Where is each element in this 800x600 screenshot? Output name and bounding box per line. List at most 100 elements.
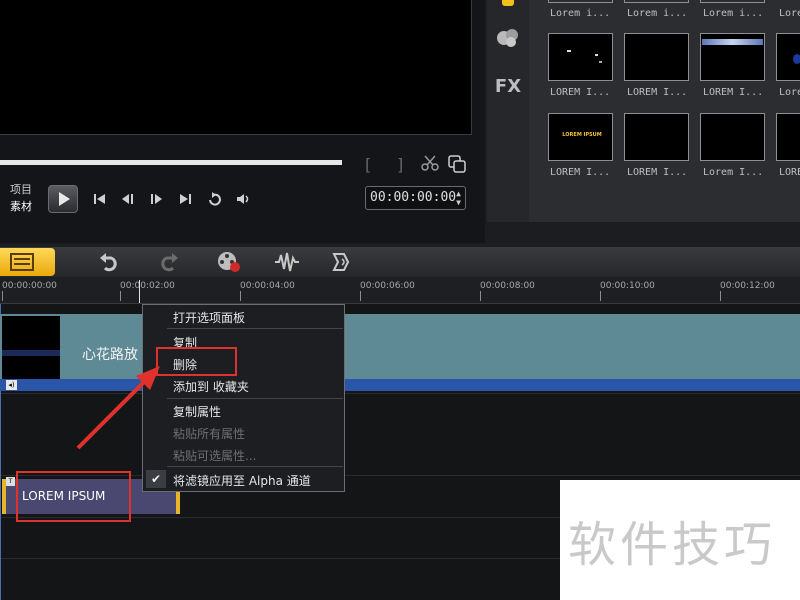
timeline-view-button[interactable] xyxy=(0,248,55,276)
ruler-tick xyxy=(2,291,3,301)
menu-item-open-options[interactable]: 打开选项面板 xyxy=(173,309,245,326)
timecode-field[interactable]: 00:00:00:00 ▲ ▼ xyxy=(365,186,466,210)
menu-item-paste-all-attributes[interactable]: 粘贴所有属性 xyxy=(173,425,245,442)
thumbnail-label: LOREM I... xyxy=(550,87,611,98)
title-thumbnail[interactable] xyxy=(776,113,800,161)
step-forward-icon xyxy=(151,194,162,204)
repeat-button[interactable] xyxy=(204,189,226,209)
filter-icon xyxy=(497,29,518,47)
red-arrow-annotation xyxy=(76,366,160,450)
thumbnail-label: Lorem i... xyxy=(550,8,611,19)
ruler-tick xyxy=(600,291,601,301)
previous-frame-button[interactable] xyxy=(117,189,139,209)
ruler-tick-label: 00:00:00:00 xyxy=(2,281,57,291)
step-back-icon xyxy=(122,194,133,204)
filter-tab-button[interactable] xyxy=(487,26,529,54)
title-thumbnail[interactable] xyxy=(624,33,689,81)
repeat-icon xyxy=(209,192,221,206)
ruler-tick xyxy=(720,291,721,301)
mark-in-button[interactable]: [ xyxy=(365,155,371,174)
go-to-start-button[interactable] xyxy=(89,189,111,209)
volume-button[interactable] xyxy=(233,189,255,209)
title-thumbnail[interactable]: LOREM IPSUM xyxy=(548,113,613,161)
thumbnail-label: Lorem i... xyxy=(779,8,800,19)
audio-wave-icon xyxy=(275,252,299,272)
timecode-value[interactable]: 00:00:00:00 xyxy=(370,190,456,205)
copy-frame-icon xyxy=(448,155,466,173)
ruler-tick-label: 00:00:10:00 xyxy=(600,281,655,291)
mode-clip-label[interactable]: 素材 xyxy=(10,198,32,215)
menu-separator xyxy=(167,328,343,329)
redo-button[interactable] xyxy=(155,250,183,274)
menu-separator xyxy=(167,398,343,399)
thumbnail-text: LOREM IPSUM xyxy=(562,132,602,138)
check-icon: ✔ xyxy=(146,470,166,488)
auto-music-button[interactable] xyxy=(330,250,358,274)
menu-item-apply-filter-alpha[interactable]: 将滤镜应用至 Alpha 通道 xyxy=(173,472,311,489)
menu-item-copy-attributes[interactable]: 复制属性 xyxy=(173,403,221,420)
thumbnail-label: Lorem i... xyxy=(627,8,688,19)
menu-item-paste-selectable-attributes[interactable]: 粘贴可选属性... xyxy=(173,447,256,464)
thumbnail-label: LOREM I... xyxy=(703,87,764,98)
thumbnail-label: Lorem I... xyxy=(703,167,764,178)
film-reel-icon xyxy=(218,252,240,272)
thumbnail-edge xyxy=(548,0,613,3)
ruler-tick xyxy=(360,291,361,301)
clip-context-menu: 打开选项面板 复制 删除 添加到 收藏夹 复制属性 粘贴所有属性 粘贴可选属性.… xyxy=(142,304,345,492)
watermark-text: 软件技巧 xyxy=(568,517,777,573)
title-clip-highlight xyxy=(16,471,131,522)
skip-start-icon xyxy=(94,194,105,204)
media-tab-icon[interactable] xyxy=(487,0,529,8)
record-capture-button[interactable] xyxy=(215,250,243,274)
motion-icon xyxy=(332,253,350,271)
redo-icon xyxy=(161,253,178,272)
ruler-tick-label: 00:00:04:00 xyxy=(240,281,295,291)
title-track-icon: T xyxy=(6,477,15,486)
thumbnail-label: LOREM xyxy=(779,167,800,178)
thumbnail-edge xyxy=(700,0,765,3)
snapshot-button[interactable] xyxy=(448,155,466,173)
ruler-tick-label: 00:00:06:00 xyxy=(360,281,415,291)
ruler-tick xyxy=(240,291,241,301)
playhead[interactable] xyxy=(139,280,140,303)
title-thumbnail[interactable] xyxy=(776,33,800,81)
thumbnail-label: Lore xyxy=(779,87,800,98)
title-thumbnail[interactable] xyxy=(624,113,689,161)
split-clip-button[interactable] xyxy=(421,154,439,176)
title-thumbnail[interactable] xyxy=(548,33,613,81)
scrub-bar[interactable] xyxy=(0,160,342,165)
volume-icon xyxy=(237,194,249,204)
thumbnail-label: Lorem i... xyxy=(703,8,764,19)
menu-item-add-favorites[interactable]: 添加到 收藏夹 xyxy=(173,378,249,395)
spin-down-icon[interactable]: ▼ xyxy=(454,198,463,207)
undo-button[interactable] xyxy=(95,250,123,274)
sound-mixer-button[interactable] xyxy=(273,250,301,274)
ruler-tick xyxy=(480,291,481,301)
spin-up-icon[interactable]: ▲ xyxy=(454,189,463,198)
preview-screen xyxy=(0,0,472,135)
thumbnail-label: LOREM I... xyxy=(627,167,688,178)
title-thumbnail[interactable] xyxy=(700,113,765,161)
play-icon xyxy=(59,192,70,206)
ruler-tick-label: 00:00:12:00 xyxy=(720,281,775,291)
menu-separator xyxy=(167,466,343,467)
thumbnail-edge xyxy=(624,0,689,3)
scissors-icon xyxy=(421,155,439,171)
thumbnail-label: LOREM I... xyxy=(627,87,688,98)
next-frame-button[interactable] xyxy=(145,189,167,209)
ruler-tick-label: 00:00:08:00 xyxy=(480,281,535,291)
go-to-end-button[interactable] xyxy=(174,189,196,209)
ruler-tick xyxy=(120,291,121,301)
video-clip-thumbnail xyxy=(2,316,60,379)
speaker-icon: ◂) xyxy=(6,380,17,390)
ruler-tick-label: 00:00:02:00 xyxy=(120,281,175,291)
skip-end-icon xyxy=(180,194,191,204)
play-button[interactable] xyxy=(48,185,78,213)
mode-project-label[interactable]: 项目 xyxy=(10,181,32,198)
mark-out-button[interactable]: ] xyxy=(397,155,403,174)
fx-tab[interactable]: FX xyxy=(487,76,529,97)
title-thumbnail[interactable] xyxy=(700,33,765,81)
timeline-view-icon xyxy=(10,253,34,271)
mode-toggle[interactable]: 项目 素材 xyxy=(10,181,32,215)
timecode-spinner[interactable]: ▲ ▼ xyxy=(454,189,463,207)
